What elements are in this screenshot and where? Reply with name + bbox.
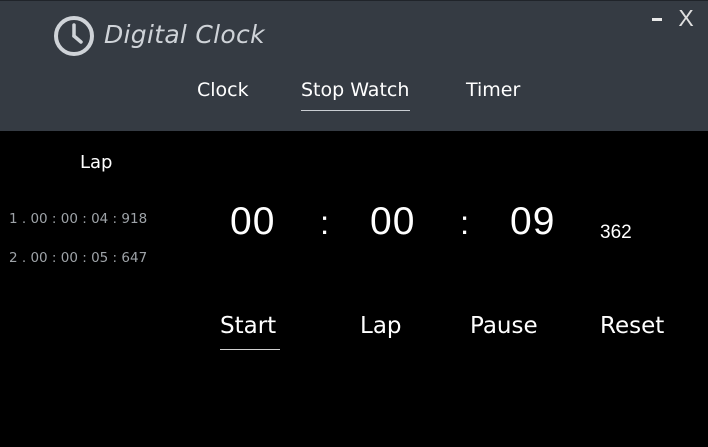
minimize-icon — [652, 18, 662, 21]
time-separator: : — [320, 204, 330, 241]
time-separator: : — [460, 204, 470, 241]
close-button[interactable]: X — [676, 7, 696, 31]
time-milliseconds: 362 — [600, 222, 632, 243]
title-bar: Digital Clock X Clock Stop Watch Timer — [0, 0, 708, 131]
tab-timer[interactable]: Timer — [466, 79, 520, 110]
time-hours: 00 — [230, 200, 276, 243]
lap-entry: 1 . 00 : 00 : 04 : 918 — [9, 211, 148, 227]
reset-button[interactable]: Reset — [600, 313, 664, 349]
app-title: Digital Clock — [104, 20, 265, 49]
lap-button[interactable]: Lap — [360, 313, 402, 349]
tab-clock[interactable]: Clock — [197, 79, 249, 110]
minimize-button[interactable] — [649, 7, 665, 29]
app-window: Digital Clock X Clock Stop Watch Timer L… — [0, 0, 708, 447]
tab-stop-watch[interactable]: Stop Watch — [301, 79, 410, 111]
time-minutes: 00 — [370, 200, 416, 243]
lap-list-heading: Lap — [80, 152, 113, 173]
clock-icon — [54, 16, 94, 56]
time-seconds: 09 — [510, 200, 556, 243]
lap-entry: 2 . 00 : 00 : 05 : 647 — [9, 250, 148, 266]
pause-button[interactable]: Pause — [470, 313, 538, 349]
start-button[interactable]: Start — [220, 313, 280, 350]
